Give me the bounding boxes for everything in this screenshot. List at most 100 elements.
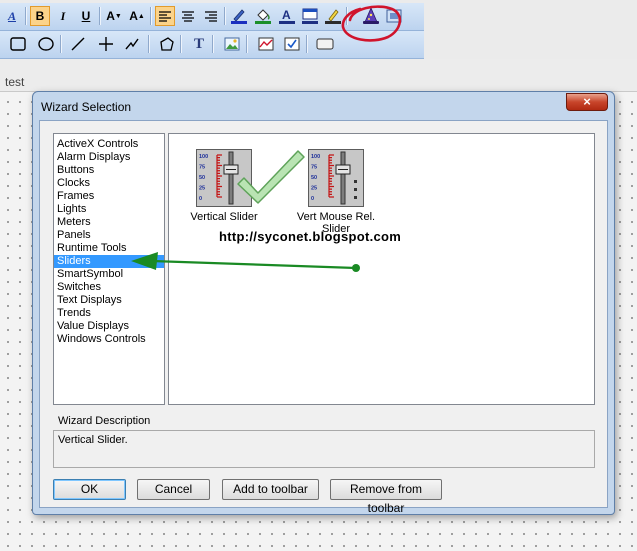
wizard-vert-mouse-rel-slider[interactable]: 100 75 50 25 0 Vert Mouse Rel. Slider [287, 149, 385, 235]
category-list[interactable]: ActiveX Controls Alarm Displays Buttons Clo… [53, 133, 165, 405]
polygon-tool-button[interactable] [157, 34, 177, 54]
align-left-icon [159, 10, 171, 22]
align-right-button[interactable] [201, 6, 221, 26]
polyline-tool-button[interactable] [122, 34, 142, 54]
button-tool-button[interactable] [315, 34, 335, 54]
line-color-button[interactable] [229, 6, 249, 26]
bold-button[interactable]: B [30, 6, 50, 26]
watermark-url: http://syconet.blogspot.com [219, 229, 402, 244]
wizard-hat-icon [363, 7, 379, 24]
slider-tick-label: 0 [311, 196, 314, 202]
ellipse-icon [38, 37, 54, 51]
highlight-color-button[interactable] [323, 6, 343, 26]
slider-scale-graphic: 100 75 50 25 0 [199, 151, 239, 205]
font-increase-icon: A [129, 9, 138, 23]
decrease-font-button[interactable]: A ▼ [104, 6, 124, 26]
category-item[interactable]: Switches [54, 281, 164, 294]
slider-tick-label: 50 [311, 175, 317, 181]
format-toolbar: A B I U A ▼ A ▲ A [0, 3, 424, 31]
fill-color-button[interactable] [253, 6, 273, 26]
category-item[interactable]: Value Displays [54, 320, 164, 333]
category-item[interactable]: Text Displays [54, 294, 164, 307]
align-right-icon [205, 10, 217, 22]
font-style-icon: A [7, 9, 16, 23]
alarm-tool-button[interactable] [282, 34, 302, 54]
description-label: Wizard Description [58, 415, 151, 427]
wizard-selection-dialog: Wizard Selection × ActiveX Controls Alarm… [32, 91, 615, 515]
align-center-button[interactable] [178, 6, 198, 26]
paint-bucket-icon [255, 9, 271, 24]
category-item[interactable]: Frames [54, 190, 164, 203]
cancel-button[interactable]: Cancel [137, 479, 210, 500]
font-style-button[interactable]: A [2, 6, 22, 26]
wizard-button[interactable] [361, 6, 381, 26]
category-item[interactable]: Clocks [54, 177, 164, 190]
slider-scale-graphic: 100 75 50 25 0 [311, 151, 357, 205]
text-tool-button[interactable]: T [189, 34, 209, 54]
polyline-icon [125, 38, 139, 50]
slider-tick-label: 50 [199, 175, 205, 181]
align-left-button[interactable] [155, 6, 175, 26]
svg-text:A: A [282, 8, 291, 22]
category-item[interactable]: Meters [54, 216, 164, 229]
category-item[interactable]: Trends [54, 307, 164, 320]
slider-tick-label: 75 [311, 165, 317, 171]
trend-tool-button[interactable] [256, 34, 276, 54]
increase-font-button[interactable]: A ▲ [127, 6, 147, 26]
category-item[interactable]: Alarm Displays [54, 151, 164, 164]
wizard-vertical-slider[interactable]: 100 75 50 25 0 Vertical Slider [189, 149, 259, 223]
line-tool-button[interactable] [68, 34, 88, 54]
slider-tick-label: 75 [199, 165, 205, 171]
category-item[interactable]: ActiveX Controls [54, 138, 164, 151]
picture-icon [224, 37, 240, 51]
rectangle-tool-button[interactable] [8, 34, 28, 54]
wizard-pane[interactable]: 100 75 50 25 0 Vertical Slider 100 75 50 25 0 Ve… [168, 133, 595, 405]
category-item[interactable]: Lights [54, 203, 164, 216]
dialog-client-area: ActiveX Controls Alarm Displays Buttons Clo… [39, 120, 608, 515]
category-item[interactable]: Runtime Tools [54, 242, 164, 255]
cross-line-icon [99, 37, 113, 51]
button-shape-icon [316, 38, 334, 50]
drawing-toolbar: T [0, 31, 424, 59]
vertical-slider-icon: 100 75 50 25 0 [196, 149, 252, 207]
ok-button[interactable]: OK [53, 479, 126, 500]
italic-button[interactable]: I [53, 6, 73, 26]
align-center-icon [182, 10, 194, 22]
bitmap-tool-button[interactable] [222, 34, 242, 54]
trend-chart-icon [258, 37, 274, 51]
category-item[interactable]: Panels [54, 229, 164, 242]
remove-from-toolbar-button[interactable]: Remove from toolbar [330, 479, 442, 515]
rectangle-icon [10, 37, 26, 51]
image-library-icon [386, 9, 402, 23]
slider-tick-label: 0 [199, 196, 202, 202]
category-item[interactable]: Sliders [54, 255, 164, 268]
document-title: test [5, 75, 25, 89]
window-color-icon [302, 8, 318, 24]
bold-icon: B [35, 9, 45, 23]
hv-line-tool-button[interactable] [96, 34, 116, 54]
text-color-icon: A [279, 8, 295, 24]
italic-icon: I [60, 9, 66, 23]
font-decrease-icon: A [106, 9, 115, 23]
background-color-button[interactable] [300, 6, 320, 26]
category-item[interactable]: SmartSymbol [54, 268, 164, 281]
polygon-icon [160, 37, 174, 51]
slider-tick-label: 25 [199, 186, 205, 192]
text-color-button[interactable]: A [277, 6, 297, 26]
wizard-label: Vertical Slider [190, 211, 258, 223]
slider-tick-label: 25 [311, 186, 317, 192]
category-item[interactable]: Buttons [54, 164, 164, 177]
ellipse-tool-button[interactable] [36, 34, 56, 54]
underline-button[interactable]: U [76, 6, 96, 26]
category-item[interactable]: Windows Controls [54, 333, 164, 346]
add-to-toolbar-button[interactable]: Add to toolbar [222, 479, 319, 500]
alarm-window-icon [284, 37, 300, 51]
text-tool-icon: T [193, 35, 204, 52]
underline-icon: U [81, 9, 91, 23]
dialog-title: Wizard Selection [41, 100, 132, 114]
close-button[interactable]: × [566, 93, 608, 111]
mouse-slider-icon: 100 75 50 25 0 [308, 149, 364, 207]
close-icon: × [583, 94, 591, 109]
line-icon [71, 37, 85, 51]
wizard-library-button[interactable] [384, 6, 404, 26]
